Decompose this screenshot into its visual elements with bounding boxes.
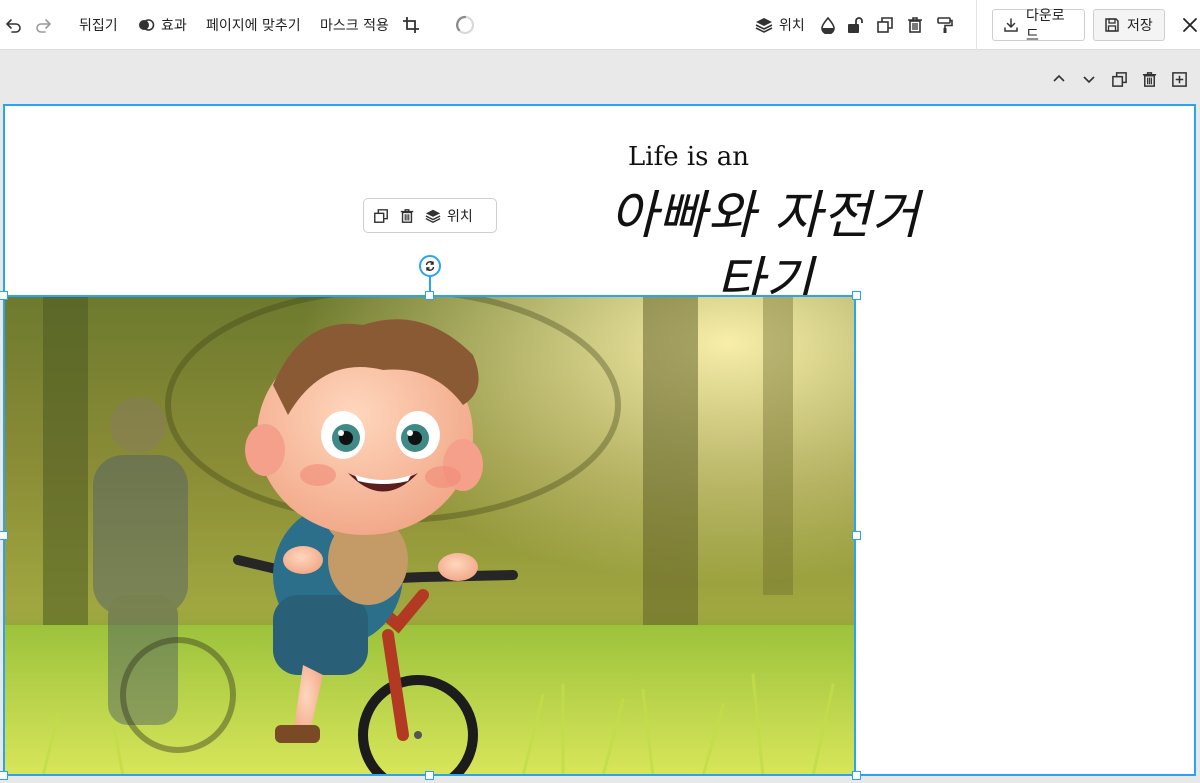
resize-handle-top-right[interactable] (852, 291, 861, 300)
duplicate-icon[interactable] (876, 0, 894, 50)
title-korean-line1: 아빠와 자전거 (609, 186, 921, 246)
flip-button[interactable]: 뒤집기 (79, 0, 118, 50)
resize-handle-middle-left[interactable] (0, 531, 8, 540)
photo-illustration (3, 295, 856, 776)
apply-mask-button[interactable]: 마스크 적용 (320, 0, 389, 50)
redo-icon[interactable] (34, 0, 52, 50)
duplicate-page-icon[interactable] (1111, 71, 1128, 88)
opacity-drop-icon[interactable] (819, 0, 837, 50)
position-label: 위치 (779, 18, 805, 34)
download-label: 다운로드 (1026, 8, 1065, 44)
delete-element-icon[interactable] (399, 208, 415, 224)
position-button[interactable]: 위치 (755, 0, 805, 50)
layers-icon (755, 16, 773, 34)
add-page-icon[interactable] (1171, 71, 1188, 88)
paint-roller-icon[interactable] (936, 0, 954, 50)
resize-handle-middle-right[interactable] (852, 531, 861, 540)
editor-toolbar: 뒤집기 효과 페이지에 맞추기 마스크 적용 위치 다운로드 저장 (0, 0, 1200, 50)
undo-icon[interactable] (5, 0, 23, 50)
crop-icon[interactable] (402, 0, 420, 50)
element-position-label: 위치 (447, 208, 473, 225)
resize-handle-top-center[interactable] (425, 291, 434, 300)
save-button[interactable]: 저장 (1093, 9, 1165, 41)
effect-button[interactable]: 효과 (137, 0, 187, 50)
close-icon[interactable] (1182, 0, 1198, 50)
resize-handle-bottom-left[interactable] (0, 771, 8, 780)
resize-handle-bottom-right[interactable] (852, 771, 861, 780)
download-button[interactable]: 다운로드 (992, 8, 1085, 44)
resize-handle-top-left[interactable] (0, 291, 8, 300)
delete-page-icon[interactable] (1141, 71, 1158, 88)
duplicate-element-icon[interactable] (373, 208, 389, 224)
text-title-english[interactable]: Life is an (628, 142, 749, 172)
selected-image-boy-on-bicycle[interactable] (3, 295, 856, 776)
chevron-down-icon[interactable] (1081, 71, 1097, 87)
element-context-menu: 위치 (363, 198, 497, 233)
toolbar-divider (976, 0, 977, 50)
delete-icon[interactable] (906, 0, 924, 50)
unlock-icon[interactable] (846, 0, 864, 50)
loading-spinner-icon (455, 0, 475, 50)
element-position-button[interactable]: 위치 (425, 206, 473, 226)
rotate-icon (424, 260, 436, 272)
fit-to-page-button[interactable]: 페이지에 맞추기 (206, 0, 301, 50)
page-controls-bar (0, 51, 1200, 104)
layers-icon (425, 208, 441, 224)
chevron-up-icon[interactable] (1051, 71, 1067, 87)
effect-icon (137, 16, 155, 34)
save-icon (1104, 17, 1120, 33)
resize-handle-bottom-center[interactable] (425, 771, 434, 780)
download-icon (1003, 17, 1019, 33)
save-label: 저장 (1127, 18, 1153, 34)
effect-label: 효과 (161, 18, 187, 34)
rotate-handle[interactable] (419, 255, 441, 277)
